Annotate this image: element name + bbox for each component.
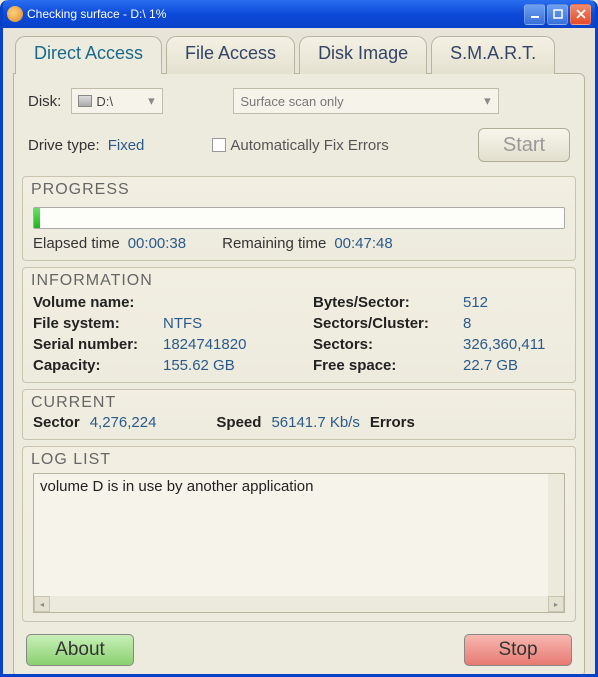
maximize-button[interactable] — [547, 4, 568, 25]
capacity-value: 155.62 GB — [163, 357, 313, 374]
current-sector-label: Sector — [33, 414, 80, 431]
capacity-label: Capacity: — [33, 357, 163, 374]
progress-fill — [34, 208, 40, 228]
current-speed-value: 56141.7 Kb/s — [271, 414, 359, 431]
disk-select-value: D:\ — [96, 94, 113, 109]
tab-disk-image[interactable]: Disk Image — [299, 36, 427, 74]
current-header: CURRENT — [23, 390, 575, 412]
scroll-right-icon[interactable]: ▸ — [548, 596, 564, 612]
chevron-down-icon: ▾ — [480, 94, 494, 108]
file-system-value: NTFS — [163, 315, 313, 332]
drive-icon — [78, 95, 92, 107]
free-space-label: Free space: — [313, 357, 463, 374]
horizontal-scrollbar[interactable]: ◂ ▸ — [34, 596, 564, 612]
autofix-checkbox[interactable]: Automatically Fix Errors — [212, 137, 388, 154]
sectors-label: Sectors: — [313, 336, 463, 353]
volume-name-value — [163, 294, 313, 311]
log-section: LOG LIST volume D is in use by another a… — [22, 446, 576, 622]
app-icon — [7, 6, 23, 22]
file-system-label: File system: — [33, 315, 163, 332]
disk-select[interactable]: D:\ ▾ — [71, 88, 163, 114]
disk-row: Disk: D:\ ▾ Surface scan only ▾ — [22, 84, 576, 128]
checkbox-icon — [212, 138, 226, 152]
elapsed-value: 00:00:38 — [128, 235, 186, 252]
window-title: Checking surface - D:\ 1% — [27, 7, 524, 21]
sectors-cluster-label: Sectors/Cluster: — [313, 315, 463, 332]
disk-label: Disk: — [28, 93, 61, 110]
scan-mode-select[interactable]: Surface scan only ▾ — [233, 88, 499, 114]
scroll-left-icon[interactable]: ◂ — [34, 596, 50, 612]
titlebar[interactable]: Checking surface - D:\ 1% — [3, 0, 595, 28]
close-button[interactable] — [570, 4, 591, 25]
tab-bar: Direct Access File Access Disk Image S.M… — [13, 36, 585, 74]
stop-button[interactable]: Stop — [464, 634, 572, 666]
progress-section: PROGRESS Elapsed time 00:00:38 Remaining… — [22, 176, 576, 261]
scan-mode-value: Surface scan only — [240, 94, 343, 109]
sectors-cluster-value: 8 — [463, 315, 565, 332]
remaining-label: Remaining time — [222, 235, 326, 252]
start-button[interactable]: Start — [478, 128, 570, 162]
autofix-label: Automatically Fix Errors — [230, 137, 388, 154]
drive-type-value: Fixed — [108, 137, 145, 154]
log-header: LOG LIST — [23, 447, 575, 469]
app-window: Checking surface - D:\ 1% Direct Access … — [0, 0, 598, 677]
current-sector-value: 4,276,224 — [90, 414, 157, 431]
info-grid: Volume name: Bytes/Sector: 512 File syst… — [33, 294, 565, 374]
about-button[interactable]: About — [26, 634, 134, 666]
current-section: CURRENT Sector 4,276,224 Speed 56141.7 K… — [22, 389, 576, 440]
sectors-value: 326,360,411 — [463, 336, 565, 353]
information-section: INFORMATION Volume name: Bytes/Sector: 5… — [22, 267, 576, 383]
volume-name-label: Volume name: — [33, 294, 163, 311]
current-speed-label: Speed — [216, 414, 261, 431]
serial-value: 1824741820 — [163, 336, 313, 353]
progress-header: PROGRESS — [23, 177, 575, 199]
log-entry: volume D is in use by another applicatio… — [40, 478, 558, 495]
progress-bar — [33, 207, 565, 229]
log-textarea[interactable]: volume D is in use by another applicatio… — [33, 473, 565, 613]
drive-type-label: Drive type: — [28, 137, 100, 154]
serial-label: Serial number: — [33, 336, 163, 353]
tab-file-access[interactable]: File Access — [166, 36, 295, 74]
minimize-button[interactable] — [524, 4, 545, 25]
vertical-scrollbar[interactable] — [548, 474, 564, 596]
current-row: Sector 4,276,224 Speed 56141.7 Kb/s Erro… — [23, 412, 575, 439]
tab-smart[interactable]: S.M.A.R.T. — [431, 36, 555, 74]
chevron-down-icon: ▾ — [144, 94, 158, 108]
content-area: Direct Access File Access Disk Image S.M… — [3, 28, 595, 677]
bytes-sector-value: 512 — [463, 294, 565, 311]
information-header: INFORMATION — [23, 268, 575, 290]
time-row: Elapsed time 00:00:38 Remaining time 00:… — [33, 235, 565, 252]
footer-row: About Stop — [22, 622, 576, 666]
window-buttons — [524, 4, 591, 25]
bytes-sector-label: Bytes/Sector: — [313, 294, 463, 311]
current-errors-label: Errors — [370, 414, 415, 431]
tab-panel: Disk: D:\ ▾ Surface scan only ▾ Drive ty… — [13, 73, 585, 677]
remaining-value: 00:47:48 — [334, 235, 392, 252]
elapsed-label: Elapsed time — [33, 235, 120, 252]
free-space-value: 22.7 GB — [463, 357, 565, 374]
drive-type-row: Drive type: Fixed Automatically Fix Erro… — [22, 128, 576, 170]
tab-direct-access[interactable]: Direct Access — [15, 36, 162, 74]
